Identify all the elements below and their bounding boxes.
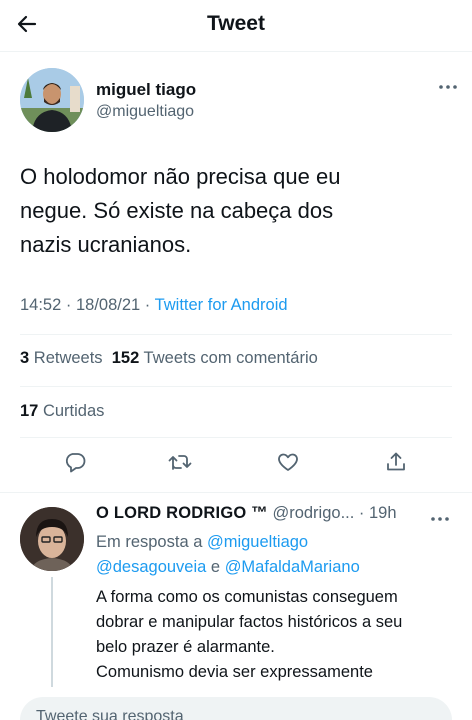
- retweets-count: 3: [20, 349, 30, 367]
- top-bar: Tweet: [0, 0, 472, 52]
- divider: [20, 437, 452, 438]
- tweet-time[interactable]: 14:52: [20, 296, 61, 314]
- tweet-stats-retweets: 3 Retweets 152 Tweets com comentário: [20, 349, 318, 368]
- tweet-author: miguel tiago @migueltiago: [20, 68, 460, 132]
- tweet-text: O holodomor não precisa que eu negue. Só…: [20, 160, 452, 262]
- divider: [20, 334, 452, 335]
- reply-text-line: dobrar e manipular factos históricos a s…: [96, 613, 403, 631]
- likes-label: Curtidas: [38, 402, 105, 420]
- reply-header: O LORD RODRIGO ™ @rodrigo... · 19h: [96, 504, 397, 523]
- reply-button[interactable]: [57, 446, 93, 482]
- reply-time[interactable]: · 19h: [354, 504, 397, 522]
- mention-link[interactable]: @migueltiago: [207, 533, 308, 551]
- avatar[interactable]: [20, 68, 84, 132]
- thread-line: [51, 577, 53, 687]
- quotes-label: Tweets com comentário: [139, 349, 318, 367]
- ellipsis-icon: [438, 77, 458, 95]
- avatar[interactable]: [20, 507, 84, 571]
- divider: [20, 386, 452, 387]
- and-word: e: [206, 558, 225, 576]
- tweet-text-line: O holodomor não precisa que eu: [20, 164, 341, 189]
- retweets-link[interactable]: 3 Retweets: [20, 349, 103, 367]
- reply-author-handle[interactable]: @rodrigo...: [268, 504, 354, 522]
- like-icon: [276, 450, 300, 479]
- mention-link[interactable]: @MafaldaMariano: [225, 558, 360, 576]
- reply-author-name[interactable]: O LORD RODRIGO ™: [96, 504, 268, 522]
- like-button[interactable]: [270, 446, 306, 482]
- replying-to-prefix: Em resposta a: [96, 533, 207, 551]
- page-title: Tweet: [207, 12, 265, 35]
- reply-composer[interactable]: [20, 697, 452, 720]
- author-name[interactable]: miguel tiago: [96, 80, 196, 100]
- mention-link[interactable]: @desagouveia: [96, 558, 206, 576]
- share-button[interactable]: [378, 446, 414, 482]
- tweet-date[interactable]: 18/08/21: [76, 296, 140, 314]
- meta-separator: ·: [61, 296, 76, 314]
- share-icon: [384, 450, 408, 479]
- retweets-label: Retweets: [29, 349, 103, 367]
- tweet-meta: 14:52 · 18/08/21 · Twitter for Android: [20, 296, 288, 315]
- meta-separator: ·: [140, 296, 155, 314]
- tweet-text-line: negue. Só existe na cabeça dos: [20, 198, 334, 223]
- retweet-button[interactable]: [162, 446, 198, 482]
- tweet-text-line: nazis ucranianos.: [20, 232, 192, 257]
- reply-text: A forma como os comunistas conseguem dob…: [96, 585, 456, 685]
- ellipsis-icon: [430, 509, 450, 527]
- more-options-button[interactable]: [436, 78, 460, 94]
- tweet-actions: [20, 446, 452, 482]
- reply-input[interactable]: [36, 708, 416, 720]
- likes-count: 17: [20, 402, 39, 420]
- quotes-count: 152: [111, 349, 140, 367]
- reply-text-line: belo prazer é alarmante.: [96, 638, 275, 656]
- author-handle[interactable]: @migueltiago: [96, 103, 194, 121]
- reply-tweet[interactable]: O LORD RODRIGO ™ @rodrigo... · 19h Em re…: [0, 493, 472, 693]
- replying-to: Em resposta a @migueltiago @desagouveia …: [96, 530, 456, 580]
- quote-tweets-link[interactable]: 152 Tweets com comentário: [112, 349, 318, 367]
- reply-text-line: A forma como os comunistas conseguem: [96, 588, 398, 606]
- retweet-icon: [167, 450, 193, 479]
- reply-icon: [63, 450, 87, 479]
- reply-text-line: Comunismo devia ser expressamente: [96, 663, 373, 681]
- tweet-source-link[interactable]: Twitter for Android: [155, 296, 288, 314]
- reply-more-button[interactable]: [428, 512, 452, 524]
- likes-link[interactable]: 17 Curtidas: [20, 402, 104, 421]
